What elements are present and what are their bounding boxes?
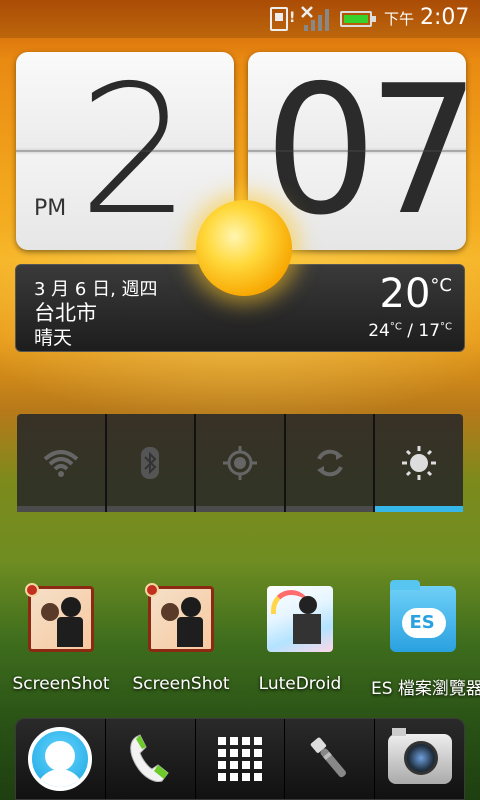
sync-toggle-indicator: [285, 506, 374, 512]
screenshot-app-icon: [25, 583, 94, 652]
wifi-icon: [43, 450, 79, 477]
weather-low-unit: °C: [440, 321, 452, 333]
wifi-toggle-indicator: [17, 506, 105, 512]
status-time: 2:07: [420, 5, 470, 30]
status-ampm: 下午: [384, 10, 415, 28]
sim-alert-icon: !: [289, 10, 296, 26]
bluetooth-toggle[interactable]: [106, 414, 197, 512]
lutedroid-app-icon: [267, 586, 333, 652]
sync-icon: [316, 449, 343, 477]
bluetooth-icon: [141, 447, 160, 479]
all-apps-icon: [217, 737, 262, 781]
weather-temp-value: 20: [379, 271, 431, 317]
camera-icon: [387, 728, 452, 784]
weather-range: 24°C / 17°C: [368, 321, 452, 341]
quick-settings-widget: [17, 414, 463, 512]
app-screenshot-2[interactable]: ScreenShot: [126, 583, 236, 694]
weather-separator: /: [407, 321, 413, 341]
es-file-explorer-icon: ES: [389, 580, 456, 652]
wifi-toggle[interactable]: [17, 414, 107, 512]
weather-high: 24: [368, 321, 390, 341]
status-clock: 下午 2:07: [384, 5, 469, 30]
dock: [15, 718, 465, 800]
clock-period: PM: [34, 196, 67, 221]
dock-flashlight-button[interactable]: [285, 719, 376, 799]
app-label: LuteDroid: [258, 674, 342, 694]
dock-people-button[interactable]: [16, 719, 106, 799]
people-icon: [28, 727, 93, 791]
brightness-toggle[interactable]: [375, 414, 463, 512]
flashlight-icon: [310, 737, 346, 778]
bluetooth-toggle-indicator: [106, 506, 195, 512]
screenshot-app-icon: [145, 583, 214, 652]
battery-icon: [340, 11, 376, 27]
app-lutedroid[interactable]: LuteDroid: [245, 586, 355, 694]
clock-hour: 2: [78, 52, 191, 250]
weather-low: 17: [418, 321, 441, 341]
gps-toggle-indicator: [196, 506, 284, 512]
dock-phone-button[interactable]: [106, 719, 196, 799]
gps-icon: [222, 446, 257, 480]
brightness-toggle-indicator: [375, 506, 463, 512]
phone-icon: [130, 734, 169, 782]
app-screenshot-1[interactable]: ScreenShot: [6, 583, 116, 694]
weather-temp-unit: °C: [430, 275, 452, 296]
gps-toggle[interactable]: [196, 414, 286, 512]
app-label: ScreenShot: [132, 674, 230, 694]
dock-camera-button[interactable]: [375, 719, 464, 799]
no-signal-icon: [301, 6, 329, 31]
dock-all-apps-button[interactable]: [196, 719, 286, 799]
status-bar[interactable]: ! 下午 2:07: [0, 0, 480, 38]
app-label: ES 檔案瀏覽器: [371, 679, 480, 699]
app-es-file-explorer[interactable]: ES ES 檔案瀏覽器: [365, 580, 480, 699]
sun-icon: [196, 200, 292, 296]
clock-minute: 07: [264, 52, 466, 250]
sim-card-icon: [270, 7, 288, 31]
weather-high-unit: °C: [389, 321, 402, 333]
weather-temperature: 20°C: [380, 271, 452, 317]
brightness-icon: [402, 446, 437, 480]
sync-toggle[interactable]: [285, 414, 376, 512]
clock-hour-card[interactable]: 2 PM: [16, 52, 234, 250]
weather-condition: 晴天: [34, 327, 73, 349]
app-label: ScreenShot: [12, 674, 110, 694]
